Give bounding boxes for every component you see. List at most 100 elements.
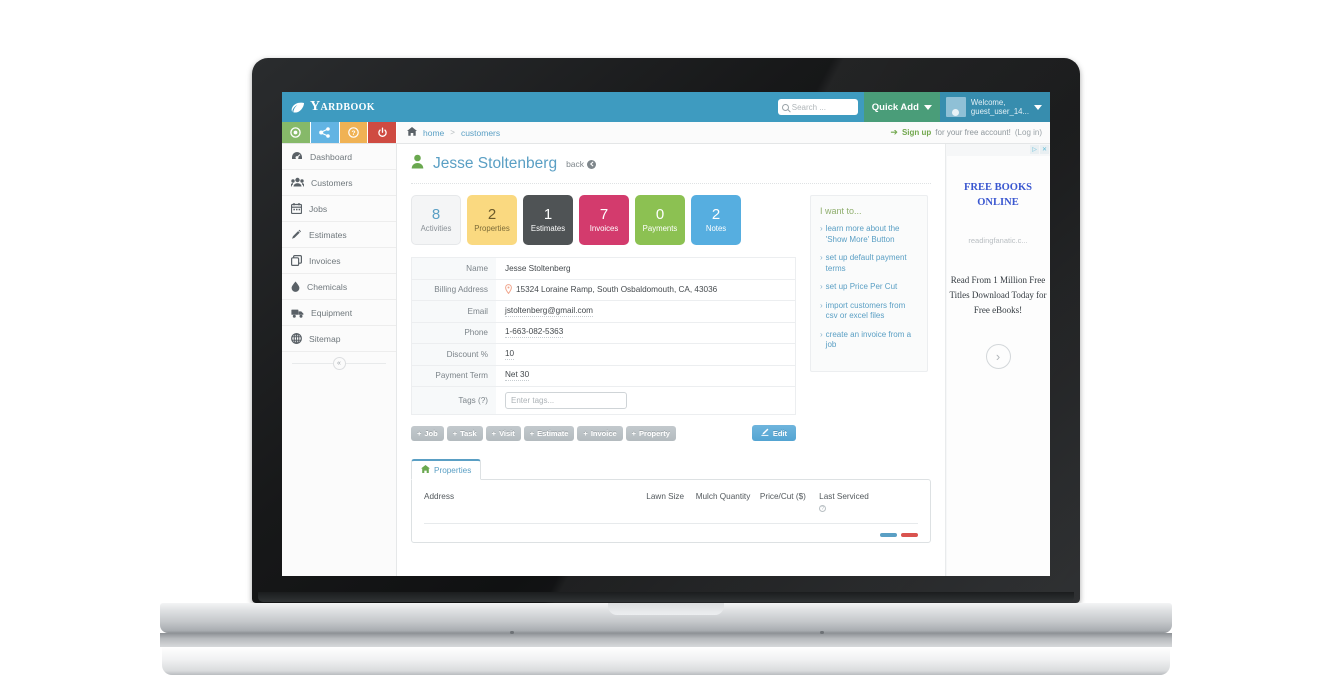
page-header: Jesse Stoltenberg back	[411, 154, 931, 184]
sidebar-item-invoices[interactable]: Invoices	[282, 248, 396, 274]
col-lawn-size[interactable]: Lawn Size	[646, 491, 695, 524]
col-mulch-quantity-label: Mulch Quantity	[695, 492, 751, 501]
sidebar-item-jobs[interactable]: Jobs	[282, 196, 396, 222]
home-icon	[407, 127, 417, 138]
tab-properties[interactable]: Properties	[411, 459, 482, 480]
table-row[interactable]	[424, 523, 918, 542]
iwant-link-payment-terms[interactable]: › set up default payment terms	[820, 253, 918, 274]
sidebar-item-equipment[interactable]: Equipment	[282, 300, 396, 326]
stat-label: Estimates	[530, 224, 566, 233]
chevron-right-icon: ›	[820, 329, 823, 339]
ad-creative[interactable]: FREE BOOKS ONLINE readingfanatic.c... Re…	[946, 156, 1050, 576]
plus-icon: +	[631, 428, 637, 438]
add-task-label: Task	[460, 428, 477, 438]
stat-card-estimates[interactable]: 1 Estimates	[523, 195, 573, 245]
sidebar-item-estimates[interactable]: Estimates	[282, 222, 396, 248]
welcome-line-2: guest_user_14...	[970, 107, 1029, 116]
plus-icon: +	[452, 428, 458, 438]
col-price-per-cut[interactable]: Price/Cut ($)	[760, 491, 819, 524]
share-nodes-icon[interactable]	[310, 122, 340, 143]
person-icon	[411, 154, 424, 174]
detail-row-name: Name Jesse Stoltenberg	[412, 258, 795, 280]
detail-value-email: jstoltenberg@gmail.com	[496, 301, 795, 322]
header-right-group: Search ... Quick Add Welcome, guest_user…	[777, 92, 1050, 122]
detail-label: Payment Term	[412, 365, 496, 386]
plus-icon: +	[583, 428, 588, 438]
record-button[interactable]	[282, 122, 311, 143]
i-want-to-title: I want to...	[820, 206, 862, 216]
detail-label: Phone	[412, 322, 496, 343]
add-property-label: Property	[639, 428, 670, 438]
help-button[interactable]: ?	[339, 122, 369, 143]
col-last-serviced[interactable]: Last Serviced ?	[819, 491, 918, 524]
col-address[interactable]: Address	[424, 491, 646, 524]
add-property-button[interactable]: + Property	[625, 425, 676, 441]
iwant-link-label: set up default payment terms	[825, 253, 907, 273]
row-delete-button[interactable]	[901, 533, 918, 537]
add-task-button[interactable]: + Task	[446, 425, 483, 441]
adchoices-triangle-icon[interactable]: ▷	[1030, 145, 1039, 154]
detail-value-payment-term: Net 30	[496, 366, 795, 387]
iwant-link-import-customers[interactable]: › import customers from csv or excel fil…	[820, 301, 918, 322]
tags-input[interactable]: Enter tags...	[505, 392, 627, 409]
cell-mulch-quantity	[695, 523, 760, 542]
signup-link[interactable]: Sign up	[902, 128, 931, 137]
search-placeholder-text: Search ...	[791, 102, 826, 112]
breadcrumb-home[interactable]: home	[423, 128, 444, 138]
user-menu[interactable]: Welcome, guest_user_14...	[939, 92, 1050, 122]
col-last-serviced-label: Last Serviced	[819, 492, 869, 501]
sidebar-item-label: Dashboard	[310, 151, 353, 162]
quick-add-button[interactable]: Quick Add	[863, 92, 940, 122]
payment-term-text: Net 30	[505, 370, 530, 382]
search-input[interactable]: Search ...	[777, 99, 858, 115]
discount-text: 10	[505, 348, 515, 360]
cell-lawn-size	[646, 523, 696, 542]
stat-label: Invoices	[589, 224, 619, 233]
iwant-link-price-per-cut[interactable]: › set up Price Per Cut	[820, 282, 918, 293]
sidebar-item-dashboard[interactable]: Dashboard	[282, 144, 396, 170]
properties-section: Properties Address Lawn Size Mulch Quant…	[411, 458, 931, 543]
sidebar-item-customers[interactable]: Customers	[282, 170, 396, 196]
detail-row-discount: Discount % 10	[412, 344, 795, 366]
signup-text: for your free account!	[935, 128, 1011, 137]
sidebar-item-chemicals[interactable]: Chemicals	[282, 274, 396, 300]
ad-headline: FREE BOOKS ONLINE	[964, 180, 1032, 210]
ad-headline-line-2: ONLINE	[977, 197, 1019, 208]
add-estimate-button[interactable]: + Estimate	[523, 425, 575, 441]
iwant-link-create-invoice[interactable]: › create an invoice from a job	[820, 330, 918, 351]
brand-logo[interactable]: Yardbook	[282, 99, 375, 115]
welcome-text: Welcome, guest_user_14...	[971, 98, 1029, 117]
stat-label: Payments	[642, 224, 678, 233]
stat-card-invoices[interactable]: 7 Invoices	[579, 195, 629, 245]
edit-pencil-icon	[761, 428, 769, 438]
question-circle-icon[interactable]: ?	[819, 505, 827, 512]
iwant-link-label: create an invoice from a job	[825, 329, 912, 350]
stat-card-activities[interactable]: 8 Activities	[411, 195, 461, 245]
detail-label-tags[interactable]: Tags (?)	[412, 387, 496, 414]
edit-button[interactable]: Edit	[751, 425, 796, 441]
login-link[interactable]: (Log in)	[1015, 128, 1042, 137]
add-visit-label: Visit	[499, 428, 515, 438]
col-mulch-quantity[interactable]: Mulch Quantity	[696, 491, 760, 524]
detail-value-billing: 15324 Loraine Ramp, South Osbaldomouth, …	[496, 280, 795, 301]
sidebar-item-sitemap[interactable]: Sitemap	[282, 326, 396, 352]
close-x-icon[interactable]: ✕	[1040, 145, 1049, 154]
email-text: jstoltenberg@gmail.com	[505, 305, 593, 317]
add-invoice-label: Invoice	[590, 428, 617, 438]
iwant-link-show-more[interactable]: › learn more about the 'Show More' Butto…	[820, 224, 918, 245]
cell-address	[424, 523, 647, 542]
detail-row-payment-term: Payment Term Net 30	[412, 365, 795, 387]
add-invoice-button[interactable]: + Invoice	[577, 425, 623, 441]
ad-next-button[interactable]: ›	[985, 344, 1011, 369]
collapse-sidebar-button[interactable]: «	[332, 356, 346, 370]
breadcrumb-customers[interactable]: customers	[461, 128, 500, 138]
power-button[interactable]	[368, 122, 397, 143]
back-link[interactable]: back	[566, 159, 597, 169]
add-job-button[interactable]: + Job	[411, 425, 444, 441]
stat-card-payments[interactable]: 0 Payments	[635, 195, 685, 245]
row-edit-button[interactable]	[879, 533, 897, 537]
add-visit-button[interactable]: + Visit	[485, 425, 521, 441]
stat-card-notes[interactable]: 2 Notes	[691, 195, 741, 245]
stat-card-properties[interactable]: 2 Properties	[467, 195, 517, 245]
map-pin-icon	[505, 283, 512, 296]
